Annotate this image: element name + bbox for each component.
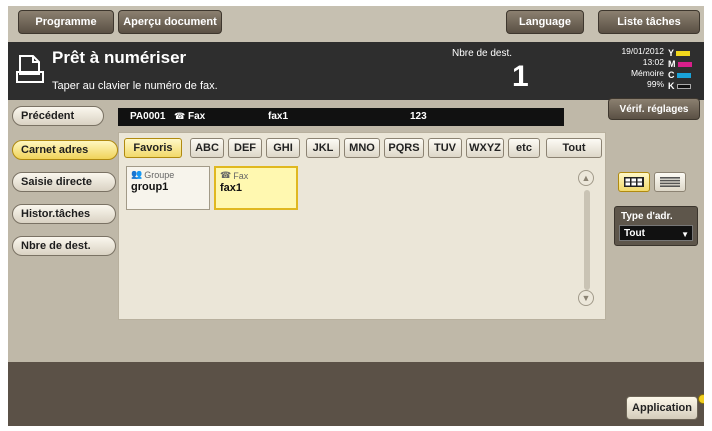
- destination-id: PA0001: [130, 111, 166, 122]
- address-type: ☎ Fax: [220, 170, 248, 181]
- filter-abc[interactable]: ABC: [190, 138, 224, 158]
- top-bar: Programme Aperçu document Language Liste…: [8, 6, 704, 42]
- language-button[interactable]: Language: [506, 10, 584, 34]
- destination-type: Fax: [188, 111, 206, 122]
- toner-letter: C: [668, 70, 675, 80]
- filter-jkl[interactable]: JKL: [306, 138, 340, 158]
- verif-reglages-button[interactable]: Vérif. réglages: [608, 98, 700, 120]
- dest-count-label: Nbre de dest.: [452, 48, 513, 59]
- toner-row: Y: [668, 48, 692, 59]
- toner-bar-yellow: [676, 51, 691, 56]
- address-card-fax1[interactable]: ☎ Fax fax1: [214, 166, 298, 210]
- toner-levels: Y M C K: [668, 48, 692, 92]
- address-name: group1: [131, 181, 169, 193]
- type-adr-label: Type d'adr.: [621, 211, 673, 222]
- dest-count-value: 1: [512, 60, 529, 93]
- fax-icon: ☎: [174, 111, 186, 121]
- application-button[interactable]: Application: [626, 396, 698, 420]
- apercu-document-button[interactable]: Aperçu document: [118, 10, 222, 34]
- liste-taches-button[interactable]: Liste tâches: [598, 10, 700, 34]
- destination-number: 123: [410, 111, 427, 122]
- bottom-bar: [8, 362, 704, 426]
- scanner-document-icon: [16, 55, 44, 83]
- toner-row: K: [668, 81, 692, 92]
- group-icon: 👥: [131, 169, 143, 179]
- scroll-down-icon[interactable]: ▼: [578, 290, 594, 306]
- notification-dot-icon: [698, 394, 704, 404]
- list-view-button[interactable]: [654, 172, 686, 192]
- toner-letter: Y: [668, 48, 675, 58]
- toner-row: C: [668, 70, 692, 81]
- scroll-up-icon[interactable]: ▲: [578, 170, 594, 186]
- address-name: fax1: [220, 182, 243, 194]
- address-type-label: Groupe: [144, 169, 175, 180]
- datetime-readout: 19/01/2012 13:02 Mémoire 99%: [604, 46, 664, 90]
- scrollbar-track[interactable]: [584, 190, 590, 290]
- type-adr-dropdown[interactable]: Type d'adr. Tout ▼: [614, 206, 698, 246]
- time-text: 13:02: [642, 57, 664, 67]
- date-text: 19/01/2012: [621, 46, 664, 56]
- carnet-adres-button[interactable]: Carnet adres: [12, 140, 118, 160]
- toner-letter: K: [668, 81, 675, 91]
- filter-tout[interactable]: Tout: [546, 138, 602, 158]
- address-card-group1[interactable]: 👥 Groupe group1: [126, 166, 210, 210]
- histor-taches-button[interactable]: Histor.tâches: [12, 204, 116, 224]
- address-book-panel: [118, 132, 606, 320]
- status-title: Prêt à numériser: [52, 48, 187, 67]
- destination-name: fax1: [268, 111, 289, 122]
- destination-bar: PA0001 ☎ Fax fax1 123: [118, 108, 564, 126]
- list-view-icon: [660, 177, 680, 187]
- grid-view-icon: [624, 177, 644, 187]
- filter-ghi[interactable]: GHI: [266, 138, 300, 158]
- programme-button[interactable]: Programme: [18, 10, 114, 34]
- type-adr-value: Tout: [624, 227, 645, 239]
- filter-tuv[interactable]: TUV: [428, 138, 462, 158]
- toner-row: M: [668, 59, 692, 70]
- address-type-label: Fax: [233, 170, 249, 181]
- toner-bar-black: [676, 84, 691, 89]
- filter-favoris[interactable]: Favoris: [124, 138, 182, 158]
- fax-icon: ☎: [220, 170, 232, 180]
- memory-label: Mémoire: [630, 68, 664, 78]
- filter-wxyz[interactable]: WXYZ: [466, 138, 504, 158]
- toner-bar-magenta: [677, 62, 692, 67]
- type-adr-select[interactable]: Tout ▼: [619, 225, 693, 241]
- control-panel-screen: Programme Aperçu document Language Liste…: [8, 6, 704, 426]
- filter-def[interactable]: DEF: [228, 138, 262, 158]
- address-type: 👥 Groupe: [131, 169, 174, 180]
- filter-mno[interactable]: MNO: [344, 138, 380, 158]
- toner-letter: M: [668, 59, 676, 69]
- precedent-button[interactable]: Précédent: [12, 106, 104, 126]
- nbre-de-dest-button[interactable]: Nbre de dest.: [12, 236, 116, 256]
- filter-pqrs[interactable]: PQRS: [384, 138, 424, 158]
- grid-view-button[interactable]: [618, 172, 650, 192]
- status-subtitle: Taper au clavier le numéro de fax.: [52, 80, 218, 92]
- memory-value: 99%: [646, 79, 664, 89]
- toner-bar-cyan: [676, 73, 691, 78]
- status-bar: Prêt à numériser Taper au clavier le num…: [8, 42, 704, 100]
- chevron-down-icon: ▼: [681, 230, 689, 239]
- filter-etc[interactable]: etc: [508, 138, 540, 158]
- saisie-directe-button[interactable]: Saisie directe: [12, 172, 116, 192]
